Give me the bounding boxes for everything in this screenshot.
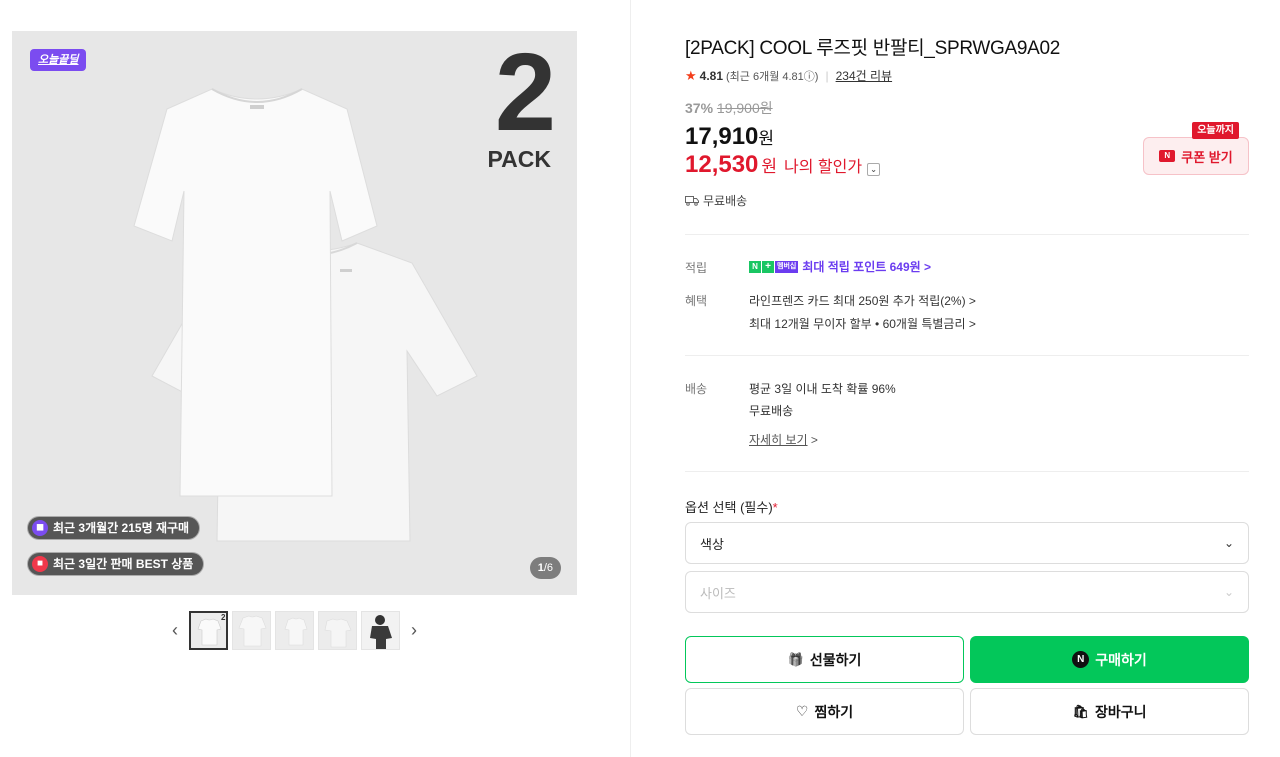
coupon-label: 쿠폰 받기 (1181, 149, 1233, 165)
rating-recent[interactable]: (최근 6개월 4.81ⓘ) (726, 68, 818, 84)
buy-button[interactable]: N 구매하기 (970, 636, 1249, 683)
coupon-deadline-tag: 오늘까지 (1192, 122, 1239, 139)
product-title: [2PACK] COOL 루즈핏 반팔티_SPRWGA9A02 (685, 38, 1061, 59)
naver-pay-icon: N (1072, 651, 1090, 668)
svg-text:2: 2 (221, 613, 226, 622)
delivery-detail-row[interactable]: 자세히 보기 > (749, 431, 818, 448)
buy-label: 구매하기 (1095, 651, 1147, 668)
truck-icon (685, 196, 699, 206)
thumbnail-1[interactable]: 2 (189, 610, 228, 650)
repurchase-text: 최근 3개월간 215명 재구매 (53, 521, 190, 535)
gift-button[interactable]: 🎁 선물하기 (685, 636, 964, 683)
divider (685, 471, 1249, 472)
free-shipping-row: 무료배송 (685, 192, 747, 209)
shopping-bag-icon: 🛍 (1072, 703, 1089, 719)
points-row[interactable]: N + 멤버십 최대 적립 포인트 649원 > (749, 258, 931, 275)
original-price-row: 37% 19,900원 (685, 98, 773, 118)
delivery-probability: 평균 3일 이내 도착 확률 96% (749, 382, 896, 396)
thumbnail-5[interactable] (361, 610, 400, 650)
divider (685, 234, 1249, 235)
my-price-label: 나의 할인가 (784, 159, 863, 176)
chevron-right-icon: > (810, 433, 818, 447)
membership-tag: 멤버십 (775, 260, 799, 273)
thumb-prev-arrow-icon[interactable]: ‹ (165, 620, 185, 641)
pack-word: PACK (487, 146, 551, 172)
size-select[interactable]: 사이즈 ⌄ (685, 571, 1249, 613)
points-text: 최대 적립 포인트 649원 > (802, 260, 932, 274)
heart-icon: ♡ (795, 703, 809, 719)
benefit-label: 혜택 (685, 294, 708, 308)
thumbnail-model-image (370, 614, 392, 649)
my-price-unit: 원 (761, 157, 778, 176)
tshirt-image (133, 88, 478, 542)
main-product-image[interactable]: 오늘끝딜 2 PACK ◼ 최근 3개월간 215명 재구매 ■ 최근 3일간 … (12, 31, 577, 595)
rating-score: 4.81 (699, 68, 724, 83)
option-title: 옵션 선택 (필수)* (685, 497, 778, 516)
bag-icon: ◼ (32, 520, 48, 536)
thumbnail-2[interactable] (232, 610, 271, 650)
delivery-detail-link[interactable]: 자세히 보기 (749, 433, 808, 447)
repurchase-badge: ◼ 최근 3개월간 215명 재구매 (27, 516, 201, 540)
chevron-down-icon: ⌄ (1223, 585, 1234, 599)
thumbnail-shirt-image: 2 (197, 613, 226, 645)
review-count-link[interactable]: 234건 리뷰 (836, 67, 892, 84)
column-divider (630, 0, 631, 757)
delivery-free: 무료배송 (749, 404, 794, 418)
cart-label: 장바구니 (1094, 703, 1147, 720)
my-price-value: 12,530 (685, 151, 759, 178)
discount-rate: 37% (685, 100, 714, 116)
thumb-next-arrow-icon[interactable]: › (404, 620, 424, 641)
color-select-label: 색상 (700, 536, 724, 552)
rating-summary: ★ 4.81 (최근 6개월 4.81ⓘ) | 234건 리뷰 (685, 67, 892, 84)
product-gallery: 오늘끝딜 2 PACK ◼ 최근 3개월간 215명 재구매 ■ 최근 3일간 … (0, 0, 630, 757)
gift-label: 선물하기 (809, 651, 862, 668)
points-label: 적립 (685, 261, 708, 275)
gift-box-icon: ■ (32, 556, 48, 572)
benefit-card-points[interactable]: 라인프렌즈 카드 최대 250원 추가 적립(2%) > (749, 292, 976, 309)
sale-price-value: 17,910 (685, 123, 759, 150)
thumbnail-shirt-image (238, 615, 267, 646)
thumbnail-4[interactable] (318, 610, 357, 650)
naver-n-icon: N (749, 260, 761, 273)
gift-icon: 🎁 (787, 651, 804, 667)
delivery-label: 배송 (685, 382, 708, 396)
original-price: 19,900원 (716, 100, 773, 116)
required-mark: * (772, 500, 778, 515)
pack-count-number: 2 (494, 31, 556, 154)
divider (685, 355, 1249, 356)
my-discount-price: 12,530 원 나의 할인가 ⌄ (685, 151, 881, 179)
star-icon: ★ (685, 67, 697, 83)
chevron-down-icon[interactable]: ⌄ (867, 163, 881, 176)
benefit-installment[interactable]: 최대 12개월 무이자 할부 • 60개월 특별금리 > (749, 315, 976, 332)
wishlist-button[interactable]: ♡ 찜하기 (685, 688, 964, 735)
pager-total: /6 (543, 562, 553, 574)
thumbnail-strip: ‹ 2 › (165, 610, 424, 650)
best-seller-badge: ■ 최근 3일간 판매 BEST 상품 (27, 552, 205, 576)
option-title-text: 옵션 선택 (필수) (685, 500, 773, 515)
rating-separator: | (825, 68, 829, 83)
today-deal-badge: 오늘끝딜 (30, 49, 87, 71)
naver-plus-membership-icon: N + 멤버십 (749, 260, 799, 273)
thumbnail-shirt-image (324, 618, 352, 647)
cart-button[interactable]: 🛍 장바구니 (970, 688, 1249, 735)
get-coupon-button[interactable]: N 쿠폰 받기 (1143, 137, 1249, 175)
sale-price-unit: 원 (758, 129, 775, 148)
naver-n-icon: N (1159, 150, 1176, 162)
color-select[interactable]: 색상 ⌄ (685, 522, 1249, 564)
wishlist-label: 찜하기 (814, 703, 854, 720)
image-pager: 1/6 (529, 557, 561, 579)
best-seller-text: 최근 3일간 판매 BEST 상품 (53, 557, 194, 571)
plus-icon: + (762, 260, 774, 273)
thumbnail-shirt-image (284, 617, 308, 645)
free-shipping-text: 무료배송 (703, 194, 748, 208)
size-select-label: 사이즈 (700, 585, 736, 601)
thumbnail-3[interactable] (275, 610, 314, 650)
sale-price: 17,910원 (685, 123, 774, 151)
chevron-down-icon: ⌄ (1223, 536, 1234, 550)
